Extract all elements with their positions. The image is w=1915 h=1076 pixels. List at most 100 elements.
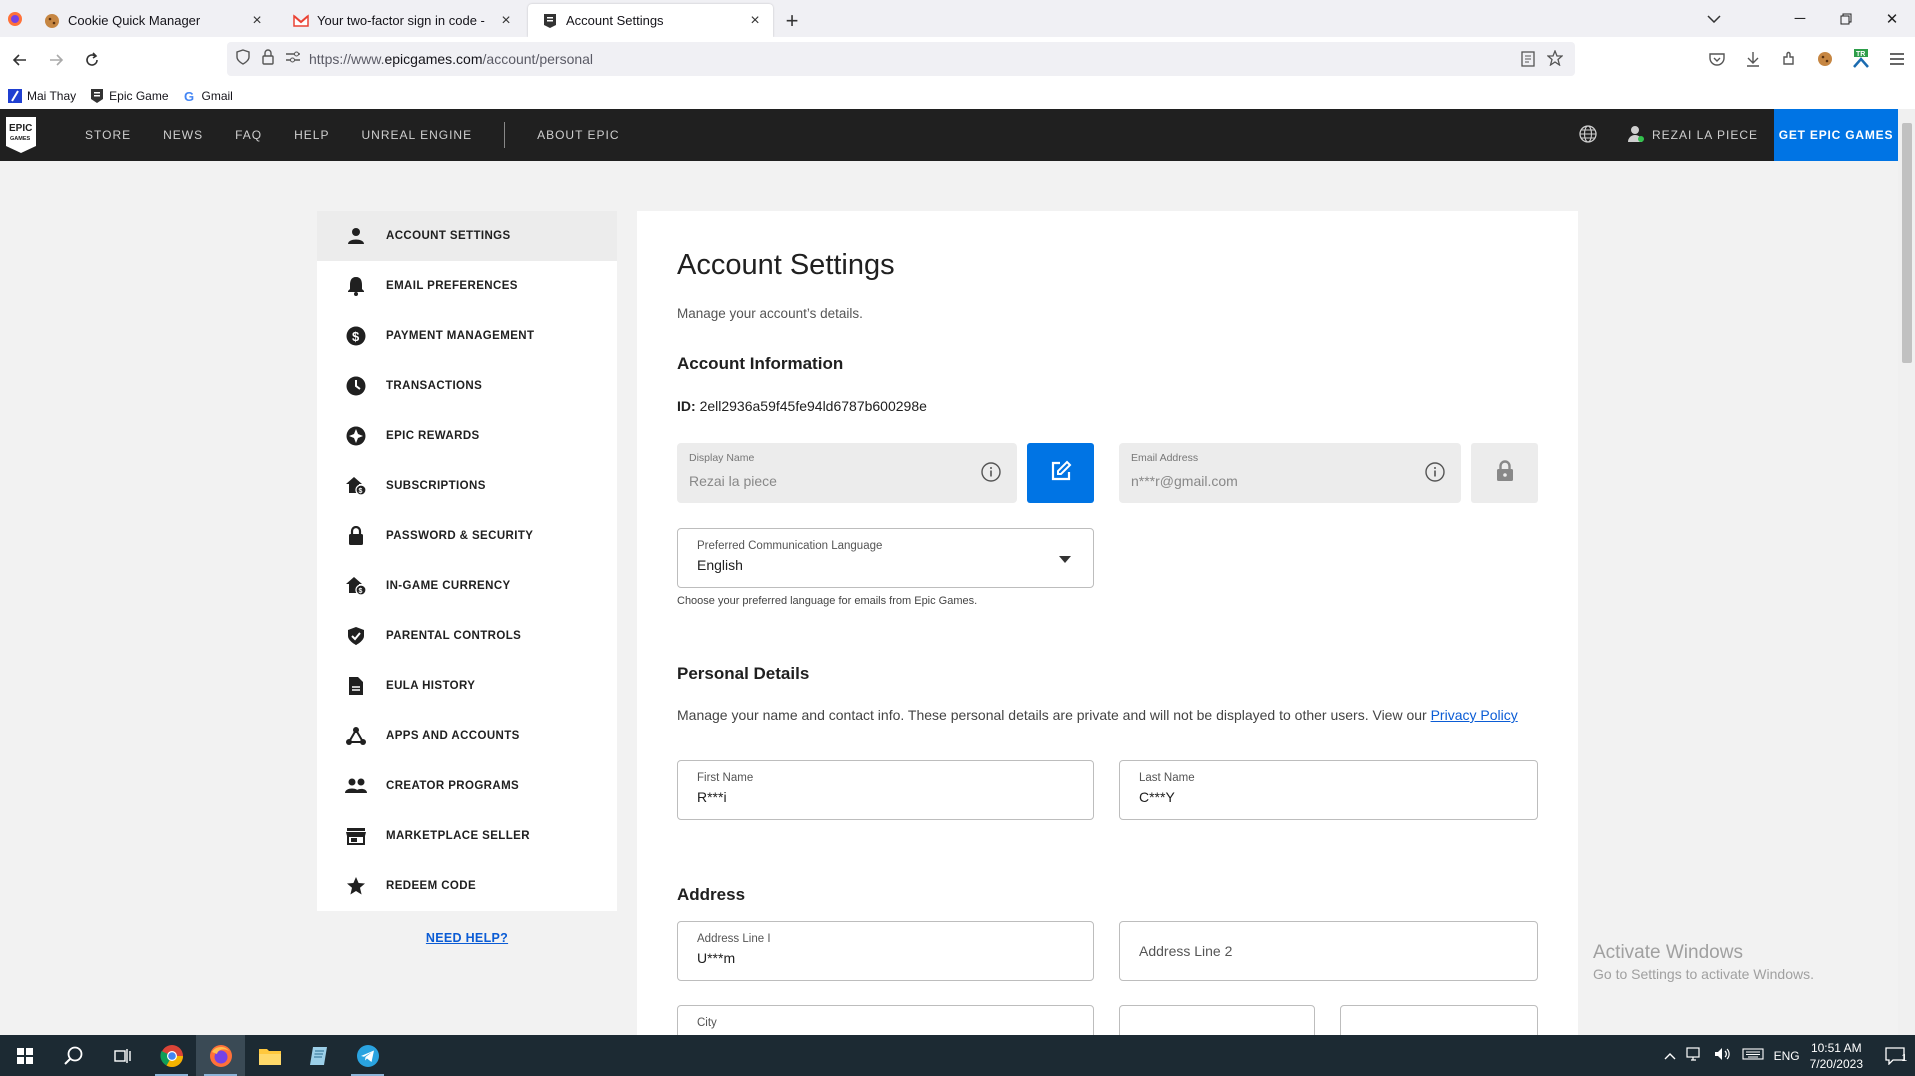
permissions-icon[interactable] bbox=[285, 50, 301, 69]
sidebar-item-redeem-code[interactable]: REDEEM CODE bbox=[317, 861, 617, 911]
watermark-line-2: Go to Settings to activate Windows. bbox=[1593, 966, 1814, 982]
nav-unreal-engine[interactable]: UNREAL ENGINE bbox=[362, 128, 473, 142]
privacy-policy-link[interactable]: Privacy Policy bbox=[1431, 707, 1518, 723]
taskbar-firefox[interactable] bbox=[196, 1035, 245, 1076]
taskbar-chrome[interactable] bbox=[147, 1035, 196, 1076]
bookmark-epic-game[interactable]: Epic Game bbox=[90, 89, 169, 103]
first-name-field[interactable]: First Name R***i bbox=[677, 760, 1094, 820]
shield-icon[interactable] bbox=[235, 48, 251, 70]
address-line-1-field[interactable]: Address Line I U***m bbox=[677, 921, 1094, 981]
tab-cookie-manager[interactable]: Cookie Quick Manager × bbox=[30, 4, 275, 37]
last-name-field[interactable]: Last Name C***Y bbox=[1119, 760, 1538, 820]
sidebar-item-account-settings[interactable]: ACCOUNT SETTINGS bbox=[317, 211, 617, 261]
url-bar[interactable]: https://www.epicgames.com/account/person… bbox=[227, 42, 1575, 76]
sidebar-item-transactions[interactable]: TRANSACTIONS bbox=[317, 361, 617, 411]
edit-display-name-button[interactable] bbox=[1027, 443, 1094, 503]
sidebar-item-eula-history[interactable]: EULA HISTORY bbox=[317, 661, 617, 711]
sidebar-item-parental-controls[interactable]: PARENTAL CONTROLS bbox=[317, 611, 617, 661]
lock-icon[interactable] bbox=[261, 48, 275, 70]
bookmark-gmail[interactable]: G Gmail bbox=[183, 89, 233, 104]
reader-view-icon[interactable] bbox=[1521, 51, 1535, 72]
close-icon[interactable]: × bbox=[498, 12, 514, 29]
notification-center-icon[interactable]: 1 bbox=[1875, 1046, 1915, 1065]
close-icon[interactable]: × bbox=[249, 12, 265, 29]
clock-time: 10:51 AM bbox=[1810, 1040, 1862, 1055]
extensions-icon[interactable] bbox=[1771, 42, 1807, 76]
bookmark-label: Gmail bbox=[201, 89, 233, 103]
tab-account-settings[interactable]: Account Settings × bbox=[528, 4, 773, 37]
volume-icon[interactable] bbox=[1714, 1047, 1732, 1064]
store-icon bbox=[345, 825, 367, 847]
nav-faq[interactable]: FAQ bbox=[235, 128, 262, 142]
bookmark-mai-thay[interactable]: Mai Thay bbox=[8, 89, 76, 103]
clock[interactable]: 10:51 AM 7/20/2023 bbox=[1810, 1040, 1863, 1072]
globe-icon[interactable] bbox=[1578, 124, 1598, 149]
task-view-button[interactable] bbox=[98, 1035, 147, 1076]
sidebar-item-epic-rewards[interactable]: EPIC REWARDS bbox=[317, 411, 617, 461]
page-scrollbar[interactable] bbox=[1898, 109, 1915, 1035]
city-field[interactable]: City bbox=[677, 1005, 1094, 1035]
sidebar-item-apps-and-accounts[interactable]: APPS AND ACCOUNTS bbox=[317, 711, 617, 761]
search-button[interactable] bbox=[49, 1035, 98, 1076]
input-language[interactable]: ENG bbox=[1774, 1049, 1800, 1063]
app-menu-icon[interactable] bbox=[1879, 42, 1915, 76]
last-name-value: C***Y bbox=[1139, 789, 1175, 805]
taskbar-telegram[interactable] bbox=[343, 1035, 392, 1076]
forward-button[interactable] bbox=[38, 42, 74, 78]
taskbar-file-explorer[interactable] bbox=[245, 1035, 294, 1076]
translate-extension-icon[interactable]: TR bbox=[1843, 42, 1879, 76]
sidebar-item-marketplace-seller[interactable]: MARKETPLACE SELLER bbox=[317, 811, 617, 861]
language-select[interactable]: Preferred Communication Language English bbox=[677, 528, 1094, 588]
email-locked-button[interactable] bbox=[1471, 443, 1538, 503]
info-icon[interactable] bbox=[981, 462, 1001, 487]
user-menu[interactable]: REZAI LA PIECE bbox=[1627, 109, 1758, 161]
minimize-button[interactable]: ─ bbox=[1777, 0, 1823, 37]
scrollbar-thumb[interactable] bbox=[1902, 123, 1912, 363]
sidebar-item-in-game-currency[interactable]: $ IN-GAME CURRENCY bbox=[317, 561, 617, 611]
sidebar-item-label: IN-GAME CURRENCY bbox=[386, 580, 511, 592]
sidebar-item-email-preferences[interactable]: EMAIL PREFERENCES bbox=[317, 261, 617, 311]
pocket-icon[interactable] bbox=[1699, 42, 1735, 76]
region-field[interactable] bbox=[1119, 1005, 1315, 1035]
sidebar-item-creator-programs[interactable]: CREATOR PROGRAMS bbox=[317, 761, 617, 811]
display-name-field: Display Name Rezai la piece bbox=[677, 443, 1017, 503]
restore-button[interactable] bbox=[1823, 0, 1869, 37]
new-tab-button[interactable]: + bbox=[777, 4, 807, 37]
postal-code-field[interactable] bbox=[1340, 1005, 1538, 1035]
nav-help[interactable]: HELP bbox=[294, 128, 329, 142]
sidebar-item-subscriptions[interactable]: $ SUBSCRIPTIONS bbox=[317, 461, 617, 511]
sidebar-item-label: ACCOUNT SETTINGS bbox=[386, 230, 511, 242]
start-button[interactable] bbox=[0, 1035, 49, 1076]
tab-list-chevron-icon[interactable] bbox=[1691, 0, 1737, 37]
windows-taskbar: ENG 10:51 AM 7/20/2023 1 bbox=[0, 1035, 1915, 1076]
close-icon[interactable]: × bbox=[747, 12, 763, 29]
download-icon[interactable] bbox=[1735, 42, 1771, 76]
forward-arrow-icon bbox=[50, 54, 64, 66]
browser-tab-bar: Cookie Quick Manager × Your two-factor s… bbox=[0, 0, 1915, 37]
sidebar-item-payment-management[interactable]: $ PAYMENT MANAGEMENT bbox=[317, 311, 617, 361]
back-button[interactable] bbox=[2, 42, 38, 78]
bookmark-star-icon[interactable] bbox=[1546, 49, 1564, 71]
get-epic-games-button[interactable]: GET EPIC GAMES bbox=[1774, 109, 1898, 161]
nav-news[interactable]: NEWS bbox=[163, 128, 203, 142]
field-label: Email Address bbox=[1131, 452, 1199, 464]
reload-button[interactable] bbox=[74, 42, 110, 78]
address-line-2-field[interactable]: Address Line 2 bbox=[1119, 921, 1538, 981]
sidebar-item-label: TRANSACTIONS bbox=[386, 380, 483, 392]
url-text[interactable]: https://www.epicgames.com/account/person… bbox=[309, 51, 593, 67]
info-icon[interactable] bbox=[1425, 462, 1445, 487]
need-help-link[interactable]: NEED HELP? bbox=[317, 931, 617, 945]
taskbar-notepad[interactable] bbox=[294, 1035, 343, 1076]
tab-title: Cookie Quick Manager bbox=[68, 13, 201, 28]
nav-store[interactable]: STORE bbox=[85, 128, 131, 142]
firefox-view-icon[interactable] bbox=[0, 0, 30, 37]
nav-about-epic[interactable]: ABOUT EPIC bbox=[537, 128, 619, 142]
network-icon[interactable] bbox=[1685, 1047, 1704, 1064]
tab-gmail[interactable]: Your two-factor sign in code - × bbox=[279, 4, 524, 37]
epic-games-logo[interactable]: EPIC GAMES bbox=[5, 116, 41, 154]
sidebar-item-password-security[interactable]: PASSWORD & SECURITY bbox=[317, 511, 617, 561]
tray-chevron-up-icon[interactable] bbox=[1664, 1049, 1676, 1063]
keyboard-icon[interactable] bbox=[1742, 1048, 1764, 1063]
cookie-extension-icon[interactable] bbox=[1807, 42, 1843, 76]
close-window-button[interactable]: ✕ bbox=[1869, 0, 1915, 37]
